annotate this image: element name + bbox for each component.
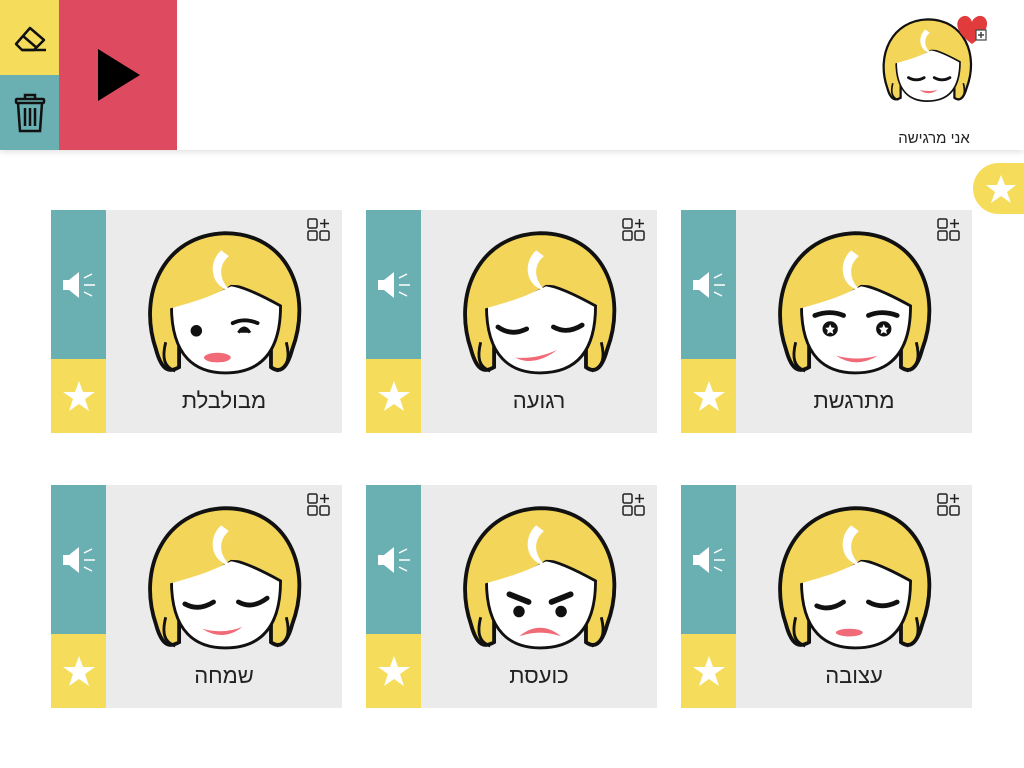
speak-button[interactable] xyxy=(51,210,106,359)
speaker-icon xyxy=(692,546,725,573)
star-icon xyxy=(377,656,410,686)
speak-button[interactable] xyxy=(366,210,421,359)
sentence-label: אני מרגישה xyxy=(898,130,970,147)
favorite-button[interactable] xyxy=(51,634,106,708)
star-icon xyxy=(986,174,1016,203)
speaker-icon xyxy=(62,546,95,573)
trash-icon xyxy=(14,93,45,132)
emotion-card-confused[interactable]: מבולבלת xyxy=(51,210,342,433)
star-icon xyxy=(377,381,410,411)
star-icon xyxy=(62,381,95,411)
star-icon xyxy=(692,656,725,686)
emotion-label: מבולבלת xyxy=(181,388,267,413)
favorite-button[interactable] xyxy=(366,634,421,708)
add-to-board-icon[interactable] xyxy=(621,217,647,243)
eraser-icon xyxy=(14,26,46,51)
face-image xyxy=(778,231,932,375)
emotion-label: כועסת xyxy=(509,663,569,688)
emotion-card-calm[interactable]: רגועה xyxy=(366,210,657,433)
emotion-card-angry[interactable]: כועסת xyxy=(366,485,657,708)
top-bar: אני מרגישה xyxy=(0,0,1024,150)
face-image xyxy=(463,506,617,650)
speak-button[interactable] xyxy=(366,485,421,634)
favorite-button[interactable] xyxy=(681,359,736,433)
emotion-label: שמחה xyxy=(194,663,254,688)
speak-button[interactable] xyxy=(681,210,736,359)
erase-button[interactable] xyxy=(0,0,59,75)
speaker-icon xyxy=(692,271,725,298)
star-icon xyxy=(692,381,725,411)
emotion-card-happy[interactable]: שמחה xyxy=(51,485,342,708)
favorites-tab[interactable] xyxy=(973,163,1024,214)
play-button[interactable] xyxy=(59,0,177,150)
sentence-face-image xyxy=(882,15,988,103)
speak-button[interactable] xyxy=(681,485,736,634)
speaker-icon xyxy=(377,546,410,573)
emotion-label: עצובה xyxy=(825,663,883,688)
star-icon xyxy=(62,656,95,686)
add-to-board-icon[interactable] xyxy=(306,217,332,243)
add-to-board-icon[interactable] xyxy=(936,217,962,243)
emotion-label: מתרגשת xyxy=(813,388,895,413)
emotion-card-sad[interactable]: עצובה xyxy=(681,485,972,708)
delete-button[interactable] xyxy=(0,75,59,150)
sentence-item[interactable]: אני מרגישה xyxy=(872,8,996,148)
favorite-button[interactable] xyxy=(51,359,106,433)
speaker-icon xyxy=(377,271,410,298)
face-image xyxy=(148,506,302,650)
speaker-icon xyxy=(62,271,95,298)
favorite-button[interactable] xyxy=(681,634,736,708)
add-to-board-icon[interactable] xyxy=(936,492,962,518)
emotion-label: רגועה xyxy=(512,388,566,413)
speak-button[interactable] xyxy=(51,485,106,634)
face-image xyxy=(778,506,932,650)
face-image xyxy=(463,231,617,375)
play-icon xyxy=(98,49,140,101)
favorite-button[interactable] xyxy=(366,359,421,433)
emotion-card-excited[interactable]: מתרגשת xyxy=(681,210,972,433)
add-to-board-icon[interactable] xyxy=(306,492,332,518)
face-image xyxy=(148,231,302,375)
add-to-board-icon[interactable] xyxy=(621,492,647,518)
